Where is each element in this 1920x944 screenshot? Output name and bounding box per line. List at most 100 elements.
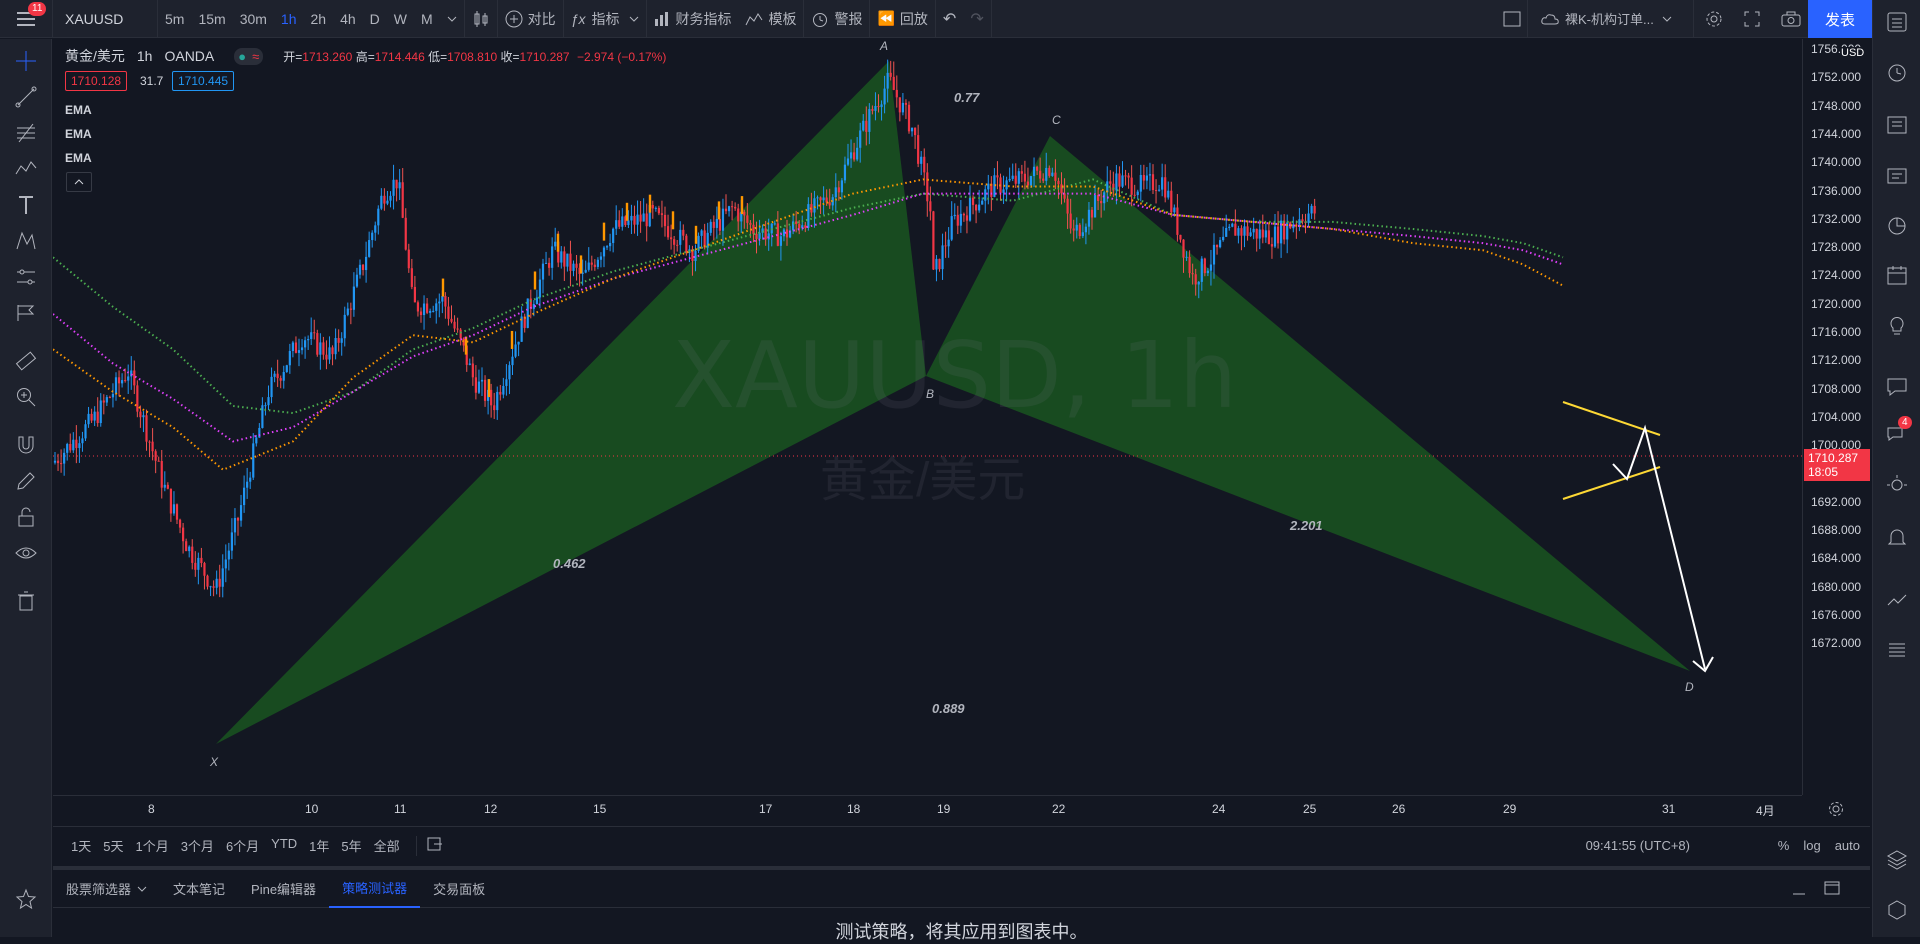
calendar-button[interactable]: [1883, 261, 1911, 289]
interval-30m[interactable]: 30m: [233, 0, 274, 38]
range-1d[interactable]: 1天: [65, 836, 97, 855]
hide-drawings-tool[interactable]: [12, 539, 40, 567]
object-tree-button[interactable]: [1883, 846, 1911, 874]
chart-settings-button[interactable]: [1828, 801, 1844, 822]
alerts-button[interactable]: [1883, 58, 1911, 86]
data-window-button[interactable]: [1883, 111, 1911, 139]
candle-body: [1029, 176, 1033, 186]
remove-drawings-tool[interactable]: [12, 587, 40, 615]
tab-text-notes[interactable]: 文本笔记: [160, 870, 238, 908]
compare-button[interactable]: 对比: [498, 0, 563, 38]
candle-body: [996, 175, 999, 178]
xabcd-tool[interactable]: [12, 227, 40, 255]
menu-button[interactable]: 11: [0, 0, 52, 38]
candle-body: [340, 338, 343, 343]
ema-indicator-2[interactable]: EMA: [65, 127, 92, 141]
range-buttons: 1天 5天 1个月 3个月 6个月 YTD 1年 5年 全部: [65, 836, 406, 855]
symbol-search[interactable]: XAUUSD: [53, 0, 157, 38]
candle-body: [75, 439, 78, 449]
fullscreen-button[interactable]: [1737, 0, 1767, 38]
crosshair-tool[interactable]: [12, 47, 40, 75]
time-axis[interactable]: 8 10 11 12 15 17 18 19 22 24 25 26 29 31 4月: [53, 795, 1843, 825]
news-button[interactable]: [1883, 162, 1911, 190]
ideas-button[interactable]: [1883, 311, 1911, 339]
tab-pine-editor[interactable]: Pine编辑器: [238, 870, 329, 908]
interval-1h[interactable]: 1h: [274, 0, 304, 38]
watchlist-button[interactable]: [1883, 8, 1911, 36]
range-ytd[interactable]: YTD: [265, 836, 303, 855]
ema-indicator-1[interactable]: EMA: [65, 103, 92, 117]
fib-tool[interactable]: [12, 119, 40, 147]
icon-tool[interactable]: [12, 299, 40, 327]
currency-label[interactable]: USD: [1841, 47, 1865, 59]
templates-button[interactable]: 模板: [738, 0, 803, 38]
interval-2h[interactable]: 2h: [304, 0, 334, 38]
candle-body: [441, 296, 444, 302]
candle-body: [627, 220, 630, 226]
collapse-legend-button[interactable]: [66, 172, 92, 192]
help-button[interactable]: [1883, 896, 1911, 924]
range-1y[interactable]: 1年: [303, 836, 335, 855]
settings-button[interactable]: [1698, 0, 1730, 38]
log-toggle[interactable]: log: [1803, 838, 1820, 853]
tab-stock-screener[interactable]: 股票筛选器: [53, 870, 160, 908]
range-all[interactable]: 全部: [368, 836, 406, 855]
candle-body: [419, 311, 423, 316]
interval-15m[interactable]: 15m: [191, 0, 232, 38]
prediction-tool[interactable]: [12, 263, 40, 291]
range-1m[interactable]: 1个月: [129, 836, 174, 855]
dom-button[interactable]: [1883, 636, 1911, 664]
interval-m[interactable]: M: [414, 0, 440, 38]
tab-strategy-tester[interactable]: 策略测试器: [329, 870, 421, 908]
price-axis[interactable]: 1756.000 1752.000 1748.000 1744.000 1740.000…: [1802, 39, 1870, 795]
notifications-button[interactable]: [1883, 523, 1911, 551]
alert-button[interactable]: 警报: [804, 0, 869, 38]
publish-button[interactable]: 发表: [1808, 0, 1872, 38]
interval-5m[interactable]: 5m: [158, 0, 191, 38]
candle-body: [1002, 189, 1005, 193]
goto-date-button[interactable]: [427, 837, 443, 854]
range-3m[interactable]: 3个月: [175, 836, 220, 855]
layout-selector[interactable]: 裸K-机构订单...: [1533, 0, 1691, 38]
layout-toggle-button[interactable]: [1496, 0, 1528, 38]
percent-toggle[interactable]: %: [1778, 838, 1790, 853]
magnet-tool[interactable]: [12, 431, 40, 459]
candle-body: [816, 197, 819, 199]
replay-button[interactable]: ⏪ 回放: [870, 0, 934, 38]
bid-price-box[interactable]: 1710.128: [65, 71, 128, 91]
indicators-button[interactable]: ƒx 指标: [564, 0, 647, 38]
range-6m[interactable]: 6个月: [220, 836, 265, 855]
tab-trading-panel[interactable]: 交易面板: [420, 870, 498, 908]
financials-button[interactable]: 财务指标: [647, 0, 738, 38]
ema-indicator-3[interactable]: EMA: [65, 151, 92, 165]
interval-dropdown[interactable]: [440, 0, 464, 38]
chats-button[interactable]: [1883, 373, 1911, 401]
pattern-tool[interactable]: [12, 155, 40, 183]
ask-price-box[interactable]: 1710.445: [172, 71, 235, 91]
favorites-tool[interactable]: [12, 885, 40, 913]
redo-button[interactable]: ↷: [963, 0, 990, 38]
interval-w[interactable]: W: [387, 0, 414, 38]
range-5d[interactable]: 5天: [97, 836, 129, 855]
ruler-tool[interactable]: [12, 347, 40, 375]
stay-in-drawing-tool[interactable]: [12, 467, 40, 495]
auto-toggle[interactable]: auto: [1835, 838, 1860, 853]
lock-drawings-tool[interactable]: [12, 503, 40, 531]
text-tool[interactable]: [12, 191, 40, 219]
hotlists-button[interactable]: [1883, 212, 1911, 240]
clock-display[interactable]: 09:41:55 (UTC+8): [1586, 838, 1690, 853]
undo-button[interactable]: ↶: [936, 0, 963, 38]
candle-body: [1014, 175, 1017, 184]
snapshot-button[interactable]: [1774, 0, 1808, 38]
maximize-panel-button[interactable]: [1824, 881, 1840, 898]
minimize-panel-button[interactable]: [1792, 882, 1806, 899]
interval-4h[interactable]: 4h: [333, 0, 363, 38]
chart-type-button[interactable]: [465, 0, 497, 38]
trading-button[interactable]: [1883, 586, 1911, 614]
trendline-tool[interactable]: [12, 83, 40, 111]
streams-button[interactable]: 4: [1883, 416, 1912, 449]
zoom-tool[interactable]: [12, 383, 40, 411]
hints-button[interactable]: [1883, 471, 1911, 499]
interval-d[interactable]: D: [363, 0, 387, 38]
range-5y[interactable]: 5年: [335, 836, 367, 855]
